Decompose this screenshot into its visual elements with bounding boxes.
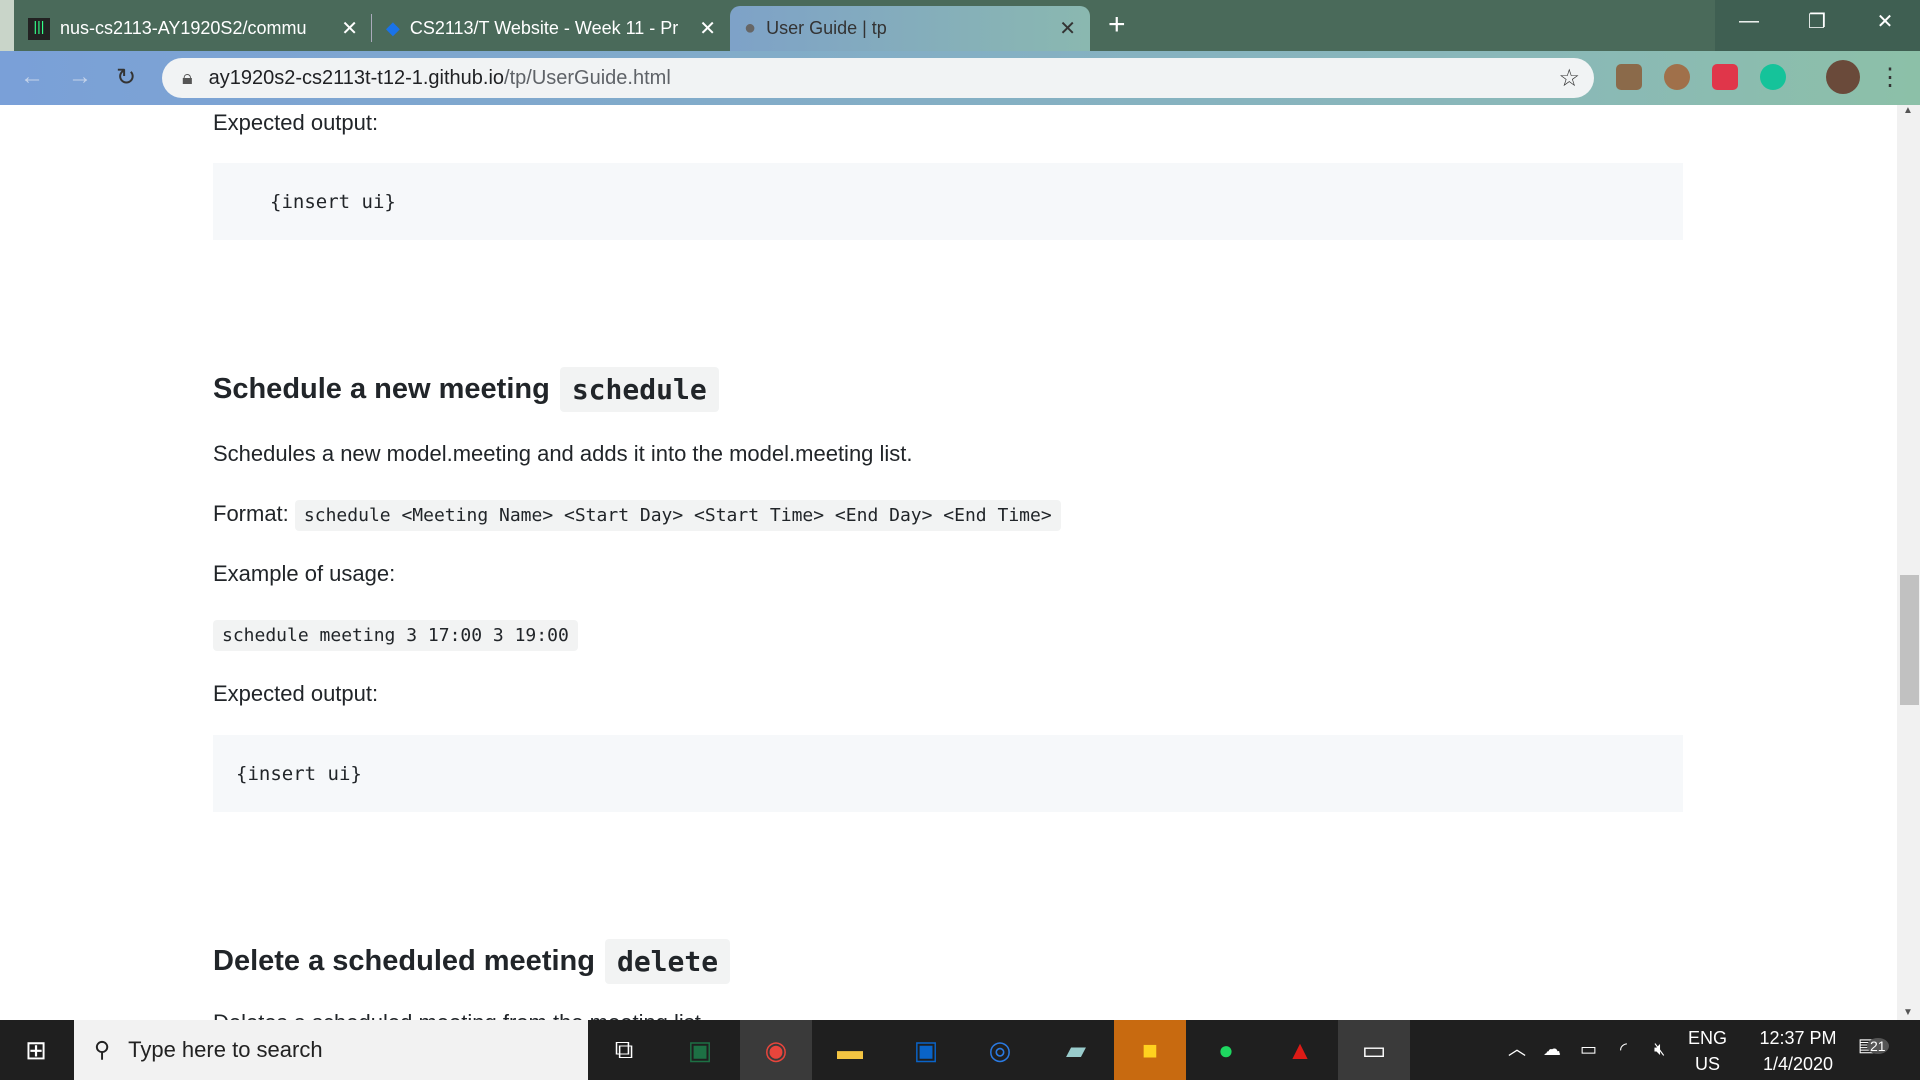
back-button[interactable]: ← xyxy=(20,63,44,91)
command-code: delete xyxy=(604,939,731,984)
chevron-up-icon[interactable]: ︿ xyxy=(1508,1036,1526,1062)
page-content: Expected output: {insert ui} Schedule a … xyxy=(0,105,1897,1020)
new-tab-button[interactable]: + xyxy=(1108,8,1126,42)
schedule-description: Schedules a new model.meeting and adds i… xyxy=(213,441,913,466)
delete-description: Deletes a scheduled meeting from the mee… xyxy=(213,1010,707,1020)
tab-user-guide[interactable]: ● User Guide | tp ✕ xyxy=(730,6,1090,51)
format-line: Format: schedule <Meeting Name> <Start D… xyxy=(213,500,1061,531)
example-label: Example of usage: xyxy=(213,561,396,586)
file-explorer-icon[interactable]: ▬ xyxy=(814,1020,886,1080)
taskbar: ⊞ ⚲ Type here to search ⧉ ▣ ◉ ▬ ▣ ◎ ▰ ■ ●… xyxy=(0,1020,1920,1080)
format-label: Format: xyxy=(213,501,289,526)
notification-count: 21 xyxy=(1867,1038,1889,1054)
browser-toolbar: ← → ↻ 🔒︎ ay1920s2-cs2113t-t12-1.github.i… xyxy=(0,51,1920,105)
schedule-heading: Schedule a new meeting schedule xyxy=(213,367,719,412)
wifi-icon[interactable]: ◜ xyxy=(1620,1036,1627,1062)
notepad-icon[interactable]: ▰ xyxy=(1040,1020,1112,1080)
scrollbar[interactable]: ▲ ▼ xyxy=(1897,105,1920,1020)
tab-title: User Guide | tp xyxy=(766,18,887,38)
close-icon[interactable]: ✕ xyxy=(1059,16,1076,41)
globe-icon: ● xyxy=(744,17,757,39)
example-line: schedule meeting 3 17:00 3 19:00 xyxy=(213,620,578,651)
date: 1/4/2020 xyxy=(1762,1054,1834,1074)
close-icon[interactable]: ✕ xyxy=(699,16,716,41)
onedrive-icon[interactable]: ☁ xyxy=(1543,1036,1561,1062)
reload-button[interactable]: ↻ xyxy=(116,63,136,92)
forward-button[interactable]: → xyxy=(68,63,92,91)
search-icon: ⚲ xyxy=(94,1037,111,1062)
expected-output-label: Expected output: xyxy=(213,110,379,135)
bookmark-star-icon[interactable]: ☆ xyxy=(1558,64,1580,93)
example-code: schedule meeting 3 17:00 3 19:00 xyxy=(213,620,578,651)
cookie-extension-icon[interactable] xyxy=(1664,64,1690,90)
time: 12:37 PM xyxy=(1759,1028,1837,1048)
scroll-down-icon[interactable]: ▼ xyxy=(1903,1007,1913,1018)
close-window-button[interactable]: ✕ xyxy=(1851,0,1919,42)
code-block: {insert ui} xyxy=(213,735,1683,812)
url-host: ay1920s2-cs2113t-t12-1.github.io xyxy=(208,66,505,89)
outlook-icon[interactable]: ▣ xyxy=(890,1020,962,1080)
sticky-notes-icon[interactable]: ■ xyxy=(1114,1020,1186,1080)
chrome-icon[interactable]: ◉ xyxy=(740,1020,812,1080)
task-view-icon[interactable]: ⧉ xyxy=(588,1020,660,1080)
terminal-icon[interactable]: ▭ xyxy=(1338,1020,1410,1080)
app-icon[interactable]: ◎ xyxy=(964,1020,1036,1080)
pocket-extension-icon[interactable] xyxy=(1712,64,1738,90)
tab-bar: ||| nus-cs2113-AY1920S2/commu ✕ ◆ CS2113… xyxy=(0,0,1920,51)
command-code: schedule xyxy=(559,367,719,412)
menu-icon[interactable]: ⋮ xyxy=(1878,63,1902,92)
tab-title: CS2113/T Website - Week 11 - Pr xyxy=(409,18,679,38)
notification-center[interactable]: ▤21 xyxy=(1858,1032,1889,1059)
battery-icon[interactable]: ▭ xyxy=(1580,1036,1597,1062)
clock[interactable]: 12:37 PM 1/4/2020 xyxy=(1748,1025,1848,1077)
close-icon[interactable]: ✕ xyxy=(341,16,358,41)
gitter-icon: ||| xyxy=(28,17,50,40)
code-block: {insert ui} xyxy=(213,163,1683,240)
restore-button[interactable]: ❐ xyxy=(1783,0,1851,42)
minimize-button[interactable]: — xyxy=(1715,0,1783,42)
grammarly-extension-icon[interactable] xyxy=(1760,64,1786,90)
format-code: schedule <Meeting Name> <Start Day> <Sta… xyxy=(294,500,1061,531)
excel-icon[interactable]: ▣ xyxy=(664,1020,736,1080)
scrollbar-thumb[interactable] xyxy=(1900,575,1919,705)
region: US xyxy=(1695,1054,1721,1074)
delete-heading: Delete a scheduled meeting delete xyxy=(213,939,731,984)
tab-gitter[interactable]: ||| nus-cs2113-AY1920S2/commu ✕ xyxy=(14,6,372,51)
volume-muted-icon[interactable]: 🔇︎ xyxy=(1654,1036,1665,1062)
tab-cs2113[interactable]: ◆ CS2113/T Website - Week 11 - Pr ✕ xyxy=(372,6,730,51)
spotify-icon[interactable]: ● xyxy=(1190,1020,1262,1080)
url-path: /tp/UserGuide.html xyxy=(504,66,671,89)
graduation-cap-icon: ◆ xyxy=(386,18,400,38)
lock-icon: 🔒︎ xyxy=(182,66,193,89)
taskbar-search[interactable]: ⚲ Type here to search xyxy=(74,1020,588,1080)
heading-text: Delete a scheduled meeting xyxy=(213,945,595,977)
language-indicator[interactable]: ENG US xyxy=(1688,1025,1727,1077)
address-bar[interactable]: 🔒︎ ay1920s2-cs2113t-t12-1.github.io/tp/U… xyxy=(162,58,1594,98)
pdf-extension-icon[interactable] xyxy=(1616,64,1642,90)
angular-icon[interactable]: ▲ xyxy=(1264,1020,1336,1080)
scroll-up-icon[interactable]: ▲ xyxy=(1903,105,1913,116)
windows-start-icon[interactable]: ⊞ xyxy=(0,1020,72,1080)
heading-text: Schedule a new meeting xyxy=(213,373,550,405)
language: ENG xyxy=(1688,1028,1728,1048)
avatar[interactable] xyxy=(1826,60,1860,94)
tab-title: nus-cs2113-AY1920S2/commu xyxy=(60,18,307,38)
search-placeholder: Type here to search xyxy=(128,1037,323,1062)
expected-output-label: Expected output: xyxy=(213,681,379,706)
